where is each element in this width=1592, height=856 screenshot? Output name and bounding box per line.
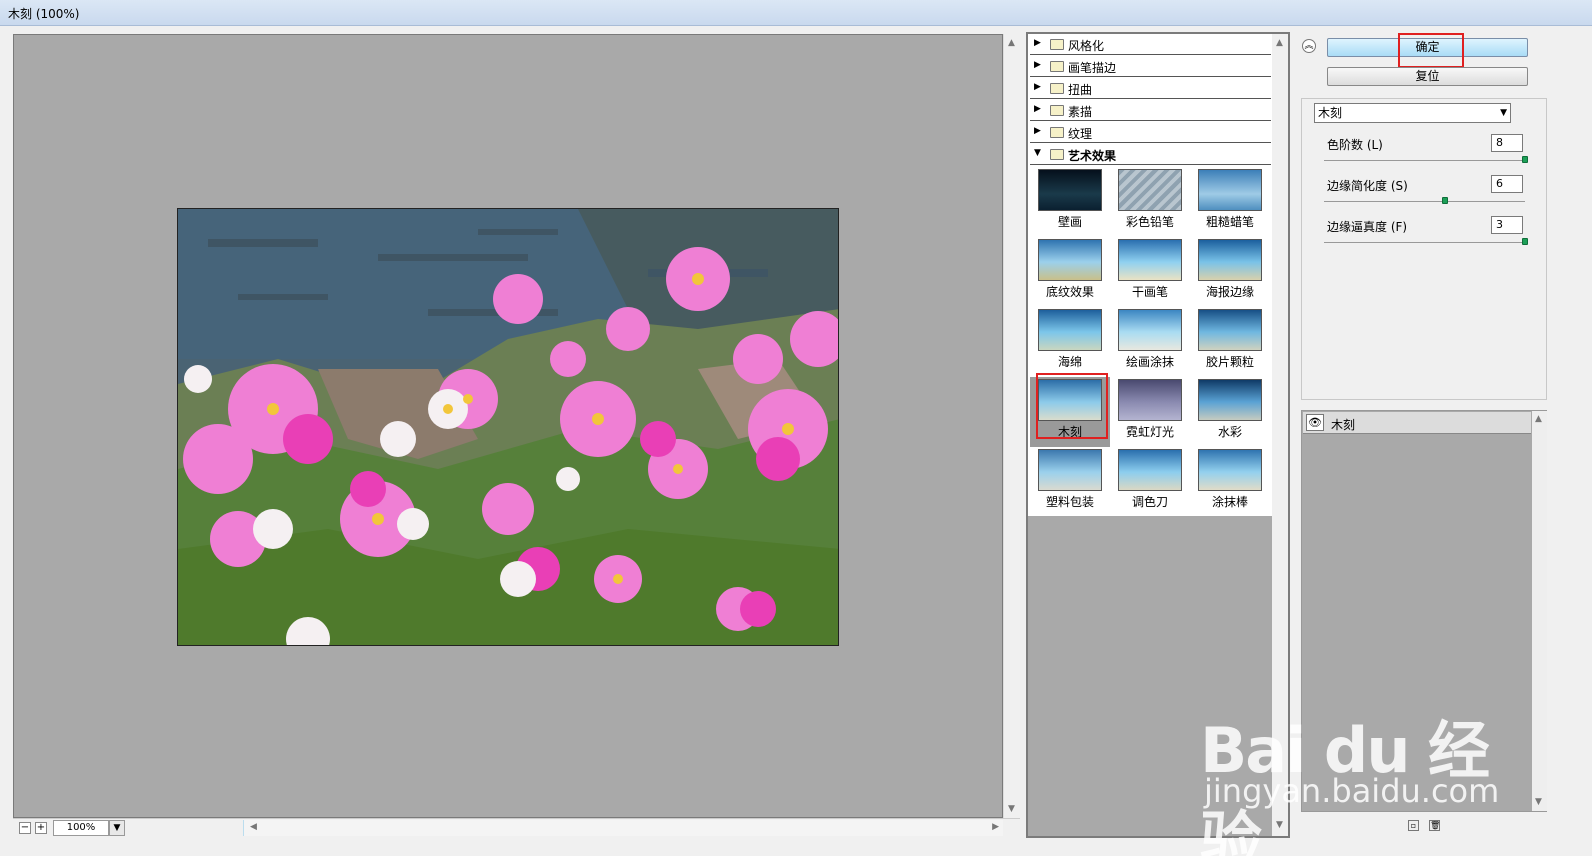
expand-arrow-icon[interactable]: ▶ (1034, 104, 1041, 114)
filter-preview-image (1198, 379, 1262, 421)
filter-preview-image (1198, 309, 1262, 351)
scroll-down-icon[interactable]: ▼ (1535, 797, 1542, 807)
filter-thumb-rough-pastels[interactable]: 粗糙蜡笔 (1190, 167, 1270, 237)
filter-thumb-plastic-wrap[interactable]: 塑料包装 (1030, 447, 1110, 517)
expand-arrow-icon[interactable]: ▶ (1034, 60, 1041, 70)
zoom-dropdown-button[interactable]: ▼ (109, 820, 125, 836)
window-title: 木刻 (100%) (8, 7, 80, 21)
filter-preview-image (1118, 169, 1182, 211)
filter-thumb-film-grain[interactable]: 胶片颗粒 (1190, 307, 1270, 377)
filter-preview-image (1038, 239, 1102, 281)
slider-thumb[interactable] (1522, 238, 1528, 245)
effect-layer-row[interactable]: 👁 木刻 (1303, 412, 1531, 434)
folder-icon (1050, 61, 1064, 72)
filter-preview-image (1038, 169, 1102, 211)
filter-select[interactable]: 木刻 ▼ (1314, 103, 1511, 123)
reset-button[interactable]: 复位 (1327, 67, 1528, 86)
param-label-edge-fidelity: 边缘逼真度 (F) (1327, 220, 1408, 234)
preview-image (177, 208, 839, 646)
preview-vertical-scrollbar[interactable]: ▲ ▼ (1003, 34, 1020, 818)
folder-artistic[interactable]: ▼ 艺术效果 (1030, 144, 1271, 165)
preview-status-bar: − + 100% ▼ ◀ ▶ (13, 818, 1020, 836)
filter-thumb-watercolor[interactable]: 水彩 (1190, 377, 1270, 447)
scroll-down-icon[interactable]: ▼ (1276, 820, 1283, 830)
effect-layers-panel: 👁 木刻 ▲ ▼ (1301, 410, 1547, 812)
chevron-down-icon: ▼ (1500, 108, 1507, 118)
zoom-level-field[interactable]: 100% (53, 820, 109, 836)
filter-preview-image (1118, 379, 1182, 421)
filter-preview-image (1118, 239, 1182, 281)
scroll-right-icon[interactable]: ▶ (992, 822, 999, 832)
preview-horizontal-scrollbar[interactable]: ◀ ▶ (243, 820, 1003, 836)
filter-gallery-panel: ▶ 风格化 ▶ 画笔描边 ▶ 扭曲 ▶ 素描 ▶ 纹理 ▼ 艺术效果 壁画 彩色… (1026, 32, 1290, 838)
param-label-levels: 色阶数 (L) (1327, 138, 1383, 152)
scroll-left-icon[interactable]: ◀ (250, 822, 257, 832)
filter-preview-image (1038, 449, 1102, 491)
folder-texture[interactable]: ▶ 纹理 (1030, 122, 1271, 143)
filter-preview-image (1038, 309, 1102, 351)
scroll-down-icon[interactable]: ▼ (1008, 804, 1015, 814)
levels-input[interactable]: 8 (1491, 134, 1523, 152)
preview-canvas[interactable] (13, 34, 1003, 818)
folder-icon (1050, 127, 1064, 138)
scroll-up-icon[interactable]: ▲ (1008, 38, 1015, 48)
title-bar: 木刻 (100%) (0, 0, 1592, 26)
filter-thumb-sponge[interactable]: 海绵 (1030, 307, 1110, 377)
filter-thumb-poster-edges[interactable]: 海报边缘 (1190, 237, 1270, 307)
slider-thumb[interactable] (1522, 156, 1528, 163)
filter-thumb-underpainting[interactable]: 底纹效果 (1030, 237, 1110, 307)
filter-preview-image (1198, 169, 1262, 211)
eye-icon[interactable]: 👁 (1306, 414, 1324, 431)
filter-thumb-neon-glow[interactable]: 霓虹灯光 (1110, 377, 1190, 447)
folder-sketch[interactable]: ▶ 素描 (1030, 100, 1271, 121)
zoom-in-button[interactable]: + (35, 822, 47, 834)
collapse-arrow-icon[interactable]: ▼ (1034, 148, 1041, 158)
woodcut-flowers-image (178, 209, 838, 645)
zoom-out-button[interactable]: − (19, 822, 31, 834)
folder-icon (1050, 83, 1064, 94)
filter-thumb-colored-pencil[interactable]: 彩色铅笔 (1110, 167, 1190, 237)
collapse-gallery-icon[interactable]: ︽ (1302, 39, 1316, 53)
filter-list: ▶ 风格化 ▶ 画笔描边 ▶ 扭曲 ▶ 素描 ▶ 纹理 ▼ 艺术效果 壁画 彩色… (1028, 34, 1272, 516)
slider-thumb[interactable] (1441, 197, 1448, 204)
filter-preview-image (1198, 239, 1262, 281)
scroll-up-icon[interactable]: ▲ (1276, 38, 1283, 48)
expand-arrow-icon[interactable]: ▶ (1034, 82, 1041, 92)
ok-button-highlight (1398, 33, 1464, 68)
edge-fidelity-slider[interactable] (1324, 238, 1528, 245)
param-label-edge-simplicity: 边缘简化度 (S) (1327, 179, 1408, 193)
filter-thumb-palette-knife[interactable]: 调色刀 (1110, 447, 1190, 517)
levels-slider[interactable] (1324, 156, 1528, 163)
filter-preview-image (1198, 449, 1262, 491)
folder-icon (1050, 105, 1064, 116)
expand-arrow-icon[interactable]: ▶ (1034, 126, 1041, 136)
edge-simplicity-slider[interactable] (1324, 197, 1525, 204)
folder-icon (1050, 149, 1064, 160)
folder-distort[interactable]: ▶ 扭曲 (1030, 78, 1271, 99)
folder-brush-strokes[interactable]: ▶ 画笔描边 (1030, 56, 1271, 77)
filter-thumb-cutout[interactable]: 木刻 (1030, 373, 1110, 447)
delete-effect-layer-icon[interactable]: 🗑 (1429, 820, 1440, 831)
edge-simplicity-input[interactable]: 6 (1491, 175, 1523, 193)
scroll-up-icon[interactable]: ▲ (1535, 414, 1542, 424)
folder-icon (1050, 39, 1064, 50)
folder-stylize[interactable]: ▶ 风格化 (1030, 34, 1271, 55)
selected-filter-highlight (1036, 373, 1108, 439)
filter-preview-image (1118, 449, 1182, 491)
expand-arrow-icon[interactable]: ▶ (1034, 38, 1041, 48)
gallery-scrollbar[interactable]: ▲ ▼ (1272, 34, 1288, 836)
filter-thumb-smudge-stick[interactable]: 涂抹棒 (1190, 447, 1270, 517)
filter-thumb-paint-daubs[interactable]: 绘画涂抹 (1110, 307, 1190, 377)
edge-fidelity-input[interactable]: 3 (1491, 216, 1523, 234)
filter-thumb-dry-brush[interactable]: 干画笔 (1110, 237, 1190, 307)
new-effect-layer-icon[interactable]: ▫ (1408, 820, 1419, 831)
filter-preview-image (1118, 309, 1182, 351)
layers-scrollbar[interactable]: ▲ ▼ (1532, 411, 1547, 811)
filter-thumb-fresco[interactable]: 壁画 (1030, 167, 1110, 237)
